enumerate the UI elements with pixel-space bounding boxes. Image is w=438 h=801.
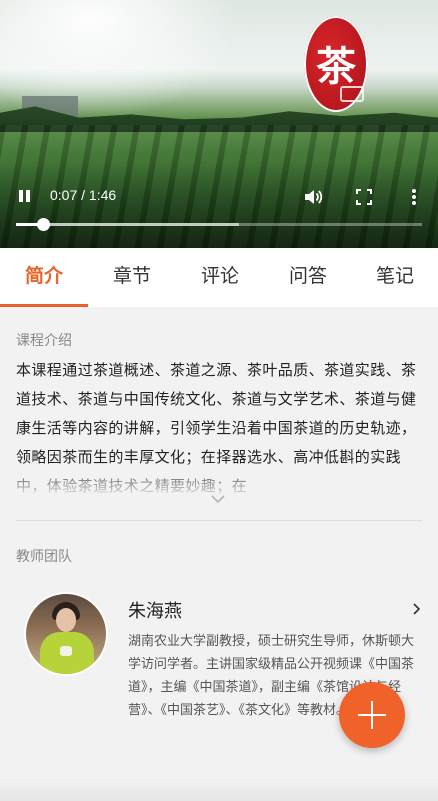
- tab-comments[interactable]: 评论: [176, 248, 264, 305]
- avatar-teacup: [60, 646, 72, 656]
- team-section-title: 教师团队: [16, 549, 72, 565]
- volume-icon[interactable]: [302, 186, 324, 208]
- intro-section-title: 课程介绍: [16, 333, 72, 349]
- plus-icon-bar-v: [371, 701, 373, 729]
- section-divider: [16, 520, 422, 521]
- seal-char: 茶: [316, 43, 356, 90]
- teacher-name[interactable]: 朱海燕: [128, 597, 182, 623]
- time-total: 1:46: [88, 187, 117, 203]
- add-note-button[interactable]: [339, 682, 405, 748]
- fullscreen-icon[interactable]: [354, 187, 374, 207]
- seal-mark: [340, 86, 364, 102]
- tab-qa[interactable]: 问答: [264, 248, 352, 305]
- chevron-down-icon[interactable]: [210, 490, 226, 504]
- time-current: 0:07: [50, 187, 78, 203]
- course-tabs: 简介 章节 评论 问答 笔记: [0, 248, 438, 307]
- active-tab-indicator: [0, 304, 88, 307]
- bottom-shadow: [0, 780, 438, 801]
- video-seek-bar[interactable]: [16, 218, 422, 231]
- video-time: 0:07 / 1:46: [50, 187, 116, 203]
- tab-notes[interactable]: 笔记: [352, 248, 438, 305]
- teacher-avatar[interactable]: [24, 592, 108, 676]
- avatar-face: [56, 608, 76, 632]
- tea-seal-logo: 茶: [304, 16, 368, 112]
- time-separator: /: [77, 187, 89, 203]
- video-player[interactable]: 茶 0:07 / 1:46: [0, 0, 438, 248]
- pause-icon[interactable]: [16, 188, 34, 206]
- tab-chapters[interactable]: 章节: [88, 248, 176, 305]
- more-vertical-icon[interactable]: [408, 187, 420, 207]
- tab-intro[interactable]: 简介: [0, 248, 88, 305]
- chevron-right-icon[interactable]: [412, 601, 422, 615]
